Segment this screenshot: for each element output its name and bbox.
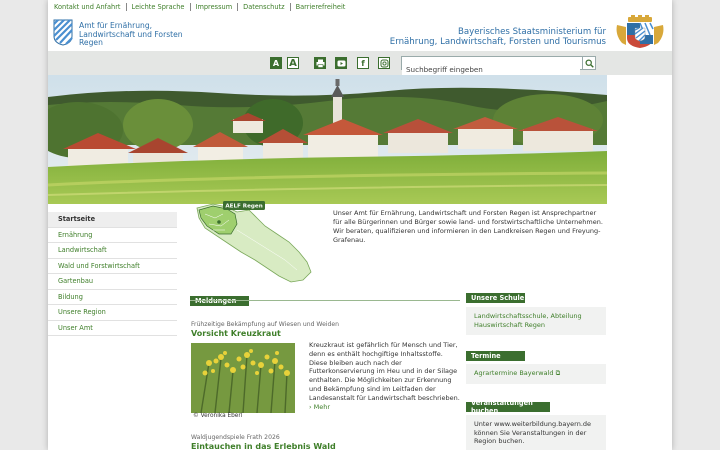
- intro-text: Unser Amt für Ernährung, Landwirtschaft …: [333, 209, 603, 244]
- article-1-title-link[interactable]: Vorsicht Kreuzkraut: [191, 329, 281, 338]
- toolbar: A A f: [48, 51, 672, 76]
- region-map[interactable]: AELF Regen: [193, 200, 318, 285]
- article-1-text: Kreuzkraut ist gefährlich für Mensch und…: [309, 341, 461, 411]
- sidebar-item-bildung[interactable]: Bildung: [48, 290, 177, 305]
- top-navigation: Kontakt und Anfahrt Leichte Sprache Impr…: [48, 0, 672, 13]
- font-size-normal-button[interactable]: A: [270, 57, 282, 69]
- instagram-button[interactable]: [378, 57, 390, 69]
- sidebar-item-gartenbau[interactable]: Gartenbau: [48, 274, 177, 290]
- hero-village-image: [48, 75, 607, 204]
- amt-name-line-3: Regen: [79, 38, 103, 47]
- sidebar-item-landwirtschaft[interactable]: Landwirtschaft: [48, 243, 177, 259]
- amt-name[interactable]: Amt für Ernährung, Landwirtschaft und Fo…: [79, 21, 183, 48]
- sidebar-navigation: Startseite Ernährung Landwirtschaft Wald…: [48, 212, 177, 336]
- kreuzkraut-image[interactable]: [191, 343, 295, 413]
- printer-icon: [316, 59, 324, 68]
- sidebar-item-startseite[interactable]: Startseite: [48, 212, 177, 228]
- facebook-icon: f: [361, 58, 365, 68]
- bavarian-coat-of-arms-icon[interactable]: [614, 15, 666, 49]
- meldungen-heading: Meldungen: [190, 296, 249, 306]
- topnav-impressum-link[interactable]: Impressum: [191, 2, 239, 11]
- meldungen-divider: [190, 300, 460, 301]
- veranstaltungen-text: Unter www.weiterbildung.bayern.de können…: [474, 420, 592, 445]
- instagram-icon: [380, 59, 388, 67]
- veranstaltungen-heading: Veranstaltungen buchen: [466, 399, 550, 415]
- topnav-kontakt-link[interactable]: Kontakt und Anfahrt: [54, 2, 127, 11]
- article-1-kicker: Frühzeitige Bekämpfung auf Wiesen und We…: [191, 321, 339, 328]
- more-label: Mehr: [313, 402, 331, 411]
- search-box: [401, 56, 596, 76]
- unsere-schule-box: Landwirtschaftsschule, Abteilung Hauswir…: [466, 307, 606, 335]
- ministry-name[interactable]: Bayerisches Staatsministerium für Ernähr…: [389, 27, 606, 47]
- unsere-schule-heading: Unsere Schule: [466, 293, 525, 303]
- search-button[interactable]: [582, 57, 595, 69]
- bavarian-lozenge-logo-icon[interactable]: [53, 19, 73, 46]
- agrartermine-link[interactable]: Agrartermine Bayerwald ⧉: [474, 369, 560, 377]
- article-1-more-link[interactable]: › Mehr: [309, 403, 330, 411]
- veranstaltungen-box: Unter www.weiterbildung.bayern.de können…: [466, 415, 606, 450]
- youtube-icon: [337, 60, 345, 66]
- page: Kontakt und Anfahrt Leichte Sprache Impr…: [48, 0, 672, 450]
- agrartermine-label: Agrartermine Bayerwald: [474, 369, 554, 377]
- ministry-line-2: Ernährung, Landwirtschaft, Forsten und T…: [389, 36, 606, 47]
- topnav-leichte-sprache-link[interactable]: Leichte Sprache: [127, 2, 191, 11]
- article-1-body: Kreuzkraut ist gefährlich für Mensch und…: [309, 341, 460, 402]
- topnav-barrierefreiheit-link[interactable]: Barrierefreiheit: [291, 3, 351, 11]
- image-credit: © Veronika Eberl: [193, 413, 243, 419]
- termine-heading: Termine: [466, 351, 525, 361]
- termine-box: Agrartermine Bayerwald ⧉: [466, 364, 606, 384]
- search-input[interactable]: [402, 63, 580, 76]
- map-badge: AELF Regen: [223, 201, 265, 210]
- sidebar-item-ernaehrung[interactable]: Ernährung: [48, 228, 177, 243]
- facebook-button[interactable]: f: [357, 57, 369, 69]
- schule-link[interactable]: Landwirtschaftsschule, Abteilung Hauswir…: [474, 312, 582, 329]
- article-2-title-link[interactable]: Eintauchen in das Erlebnis Wald: [191, 442, 336, 450]
- article-2-kicker: Waldjugendspiele Frath 2026: [191, 434, 280, 441]
- search-icon: [585, 59, 594, 68]
- youtube-button[interactable]: [335, 57, 347, 69]
- map-badge-label: AELF Regen: [225, 204, 262, 210]
- topnav-datenschutz-link[interactable]: Datenschutz: [238, 2, 291, 11]
- sidebar-item-unsere-region[interactable]: Unsere Region: [48, 305, 177, 321]
- sidebar-item-wald-forstwirtschaft[interactable]: Wald und Forstwirtschaft: [48, 259, 177, 274]
- font-size-large-button[interactable]: A: [287, 57, 299, 69]
- print-button[interactable]: [314, 57, 326, 69]
- sidebar-item-unser-amt[interactable]: Unser Amt: [48, 321, 177, 336]
- external-link-icon: ⧉: [555, 369, 561, 377]
